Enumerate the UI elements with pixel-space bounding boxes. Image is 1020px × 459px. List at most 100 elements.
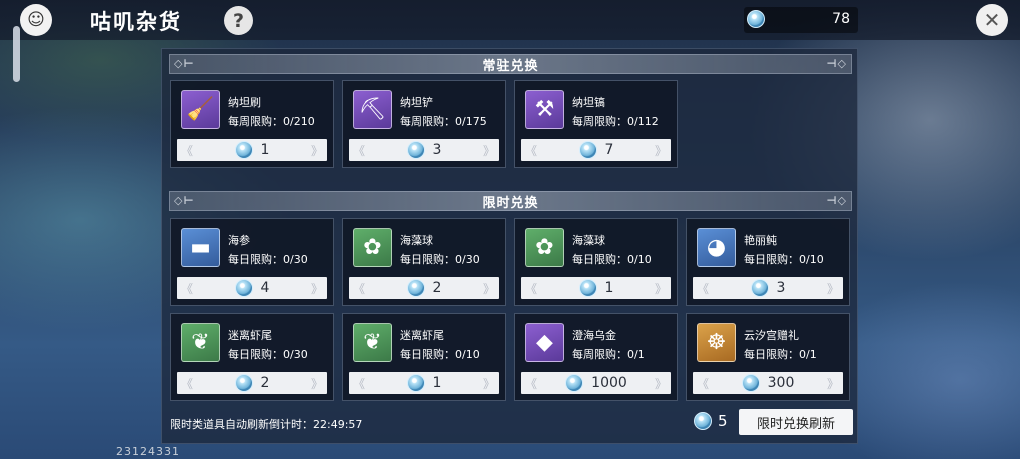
brush-icon: 🧹 (181, 90, 220, 129)
item-purchase-limit: 每日限购：0/10 (572, 253, 652, 266)
item-name: 云汐宫赠礼 (744, 329, 799, 342)
buy-button[interactable]: 《 3 》 (693, 277, 843, 299)
pickaxe-icon: ⚒ (525, 90, 564, 129)
item-price: 2 (260, 375, 270, 391)
gem-icon (578, 141, 597, 159)
top-bar: ☺ 咕叽杂货 ? 78 ✕ (0, 0, 1020, 40)
ornament-left-icon: ◇⊢ (174, 194, 195, 207)
shovel-icon: ⛏ (353, 90, 392, 129)
chevron-right-icon: 》 (310, 282, 323, 296)
shop-item-card[interactable]: ❦ 迷离虾尾 每日限购：0/30 《 2 》 (170, 313, 334, 401)
item-price: 1000 (591, 375, 627, 391)
shop-item-card[interactable]: ❦ 迷离虾尾每日限购：0/10 《 1 》 (342, 313, 506, 401)
currency-display: 78 (744, 7, 858, 33)
permanent-section-title: 常驻兑换 (482, 58, 539, 74)
gem-icon (234, 374, 253, 392)
gem-icon (578, 279, 597, 297)
chevron-left-icon: 《 (525, 377, 538, 391)
shop-item-card[interactable]: 🧹 纳坦刷每周限购：0/210 《 1 》 (170, 80, 334, 168)
seaweed-ball-icon: ✿ (353, 228, 392, 267)
chevron-left-icon: 《 (525, 144, 538, 158)
ornament-right-icon: ⊣◇ (826, 57, 847, 70)
item-name: 迷离虾尾 (400, 329, 444, 342)
chevron-left-icon: 《 (181, 144, 194, 158)
item-name: 迷离虾尾 (228, 329, 272, 342)
gem-icon (234, 279, 253, 297)
dark-crystal-icon: ◆ (525, 323, 564, 362)
shop-item-card[interactable]: ☸ 云汐宫赠礼 每日限购：0/1 《 300 》 (686, 313, 850, 401)
item-name: 纳坦铲 (400, 96, 433, 109)
shop-item-card[interactable]: ◆ 澄海乌金每周限购：0/1 《 1000 》 (514, 313, 678, 401)
chevron-left-icon: 《 (181, 282, 194, 296)
chevron-left-icon: 《 (525, 282, 538, 296)
user-id: 23124331 (116, 445, 180, 458)
ornament-right-icon: ⊣◇ (826, 194, 847, 207)
buy-button[interactable]: 《 4 》 (177, 277, 327, 299)
item-purchase-limit: 每日限购：0/30 (228, 253, 308, 266)
buy-button[interactable]: 《 1000 》 (521, 372, 671, 394)
shop-panel: ◇⊢ 常驻兑换 ⊣◇ 🧹 纳坦刷每周限购：0/210 《 1 》 ⛏ 纳坦铲每周限购：0/1… (161, 48, 858, 444)
seaweed-ball-icon: ✿ (525, 228, 564, 267)
buy-button[interactable]: 《 1 》 (349, 372, 499, 394)
gem-icon (747, 10, 765, 28)
buy-button[interactable]: 《 1 》 (521, 277, 671, 299)
shrimp-tail-icon: ❦ (181, 323, 220, 362)
conch-gift-icon: ☸ (697, 323, 736, 362)
item-purchase-limit: 每周限购：0/175 (400, 115, 487, 128)
help-button[interactable]: ? (224, 6, 253, 35)
scrollbar[interactable] (13, 26, 20, 82)
item-name: 海藻球 (400, 234, 433, 247)
shop-item-card[interactable]: ✿ 海藻球 每日限购：0/30 《 2 》 (342, 218, 506, 306)
item-name: 海藻球 (572, 234, 605, 247)
shrimp-tail-icon: ❦ (353, 323, 392, 362)
chevron-left-icon: 《 (353, 144, 366, 158)
item-name: 纳坦镐 (572, 96, 605, 109)
buy-button[interactable]: 《 3 》 (349, 139, 499, 161)
gem-icon (741, 374, 760, 392)
item-name: 澄海乌金 (572, 329, 616, 342)
gem-icon (694, 412, 712, 430)
item-price: 1 (260, 142, 270, 158)
chevron-right-icon: 》 (654, 282, 667, 296)
chevron-right-icon: 》 (310, 144, 323, 158)
chevron-left-icon: 《 (353, 282, 366, 296)
refresh-limited-button[interactable]: 限时兑换刷新 (739, 409, 853, 435)
chevron-right-icon: 》 (654, 144, 667, 158)
gem-icon (406, 279, 425, 297)
item-purchase-limit: 每日限购：0/10 (400, 348, 480, 361)
close-button[interactable]: ✕ (976, 4, 1008, 36)
buy-button[interactable]: 《 7 》 (521, 139, 671, 161)
chevron-right-icon: 》 (482, 282, 495, 296)
ornament-left-icon: ◇⊢ (174, 57, 195, 70)
item-purchase-limit: 每周限购：0/1 (572, 348, 645, 361)
item-price: 3 (432, 142, 442, 158)
gem-icon (750, 279, 769, 297)
shop-item-card[interactable]: ✿ 海藻球每日限购：0/10 《 1 》 (514, 218, 678, 306)
refresh-cost-value: 5 (718, 412, 728, 430)
item-name: 纳坦刷 (228, 96, 261, 109)
item-purchase-limit: 每周限购：0/210 (228, 115, 315, 128)
gem-icon (234, 141, 253, 159)
limited-section-header: ◇⊢ 限时兑换 ⊣◇ (169, 191, 852, 211)
shop-item-card[interactable]: ▬ 海参 每日限购：0/30 《 4 》 (170, 218, 334, 306)
gem-icon (565, 374, 584, 392)
refresh-countdown: 限时类道具自动刷新倒计时：22:49:57 (170, 418, 363, 431)
item-price: 300 (767, 375, 795, 391)
shop-item-card[interactable]: ⚒ 纳坦镐 每周限购：0/112 《 7 》 (514, 80, 678, 168)
limited-section-title: 限时兑换 (482, 195, 539, 211)
buy-button[interactable]: 《 2 》 (177, 372, 327, 394)
item-price: 7 (604, 142, 614, 158)
shop-item-card[interactable]: ⛏ 纳坦铲 每周限购：0/175 《 3 》 (342, 80, 506, 168)
item-price: 1 (604, 280, 614, 296)
gem-icon (406, 141, 425, 159)
currency-amount: 78 (832, 11, 850, 27)
item-name: 艳丽鲀 (744, 234, 777, 247)
buy-button[interactable]: 《 2 》 (349, 277, 499, 299)
shop-item-card[interactable]: ◕ 艳丽鲀 每日限购：0/10 《 3 》 (686, 218, 850, 306)
item-price: 3 (776, 280, 786, 296)
chevron-right-icon: 》 (654, 377, 667, 391)
buy-button[interactable]: 《 300 》 (693, 372, 843, 394)
item-purchase-limit: 每日限购：0/10 (744, 253, 824, 266)
shop-avatar-icon: ☺ (20, 4, 52, 36)
buy-button[interactable]: 《 1 》 (177, 139, 327, 161)
